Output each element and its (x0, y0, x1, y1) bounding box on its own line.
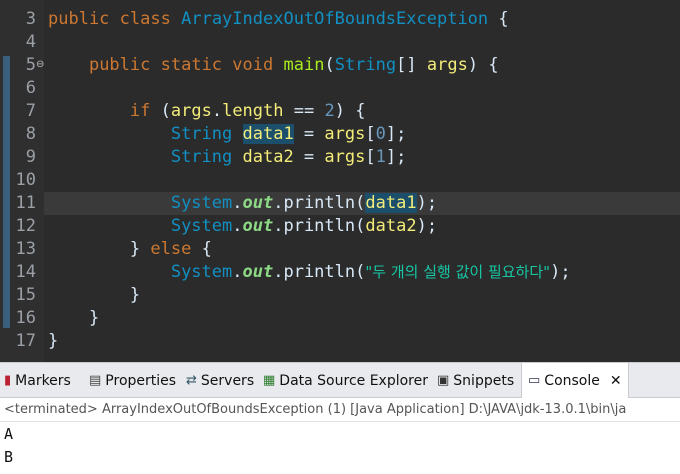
console-icon: ▭ (528, 373, 541, 388)
line-number: 3 (25, 9, 36, 29)
line-number: 5 (25, 55, 36, 75)
code-line: public class ArrayIndexOutOfBoundsExcept… (48, 9, 509, 29)
close-icon[interactable]: ✕ (610, 373, 622, 389)
tab-markers[interactable]: ▮ Markers (4, 363, 71, 398)
code-line: } else { (129, 239, 212, 259)
tab-servers[interactable]: ⇄ Servers (186, 363, 254, 398)
line-number: 11 (15, 193, 36, 213)
line-number: 16 (15, 308, 36, 328)
tab-snippets[interactable]: ▣ Snippets (437, 363, 514, 398)
console-status: <terminated> ArrayIndexOutOfBoundsExcept… (0, 398, 680, 422)
tab-data-source-explorer[interactable]: ▦ Data Source Explorer (263, 363, 428, 398)
code-line: String data1 = args[0]; (170, 124, 407, 144)
code-line: } (48, 331, 59, 351)
console-output[interactable]: A B (0, 423, 680, 474)
code-line: System.out.println("두 개의 실행 값이 필요하다"); (170, 262, 571, 282)
code-line: System.out.println(data1); (170, 193, 438, 213)
code-line: public static void main(String[] args) { (88, 55, 499, 75)
code-line: if (args.length == 2) { (129, 101, 366, 121)
data-source-icon: ▦ (263, 373, 276, 388)
line-number: 15 (15, 285, 36, 305)
tab-properties[interactable]: ▤ Properties (89, 363, 176, 398)
code-line: String data2 = args[1]; (170, 147, 407, 167)
tab-console[interactable]: ▭ Console ✕ (521, 363, 629, 398)
console-output-line: A (4, 425, 14, 443)
line-number: 6 (25, 78, 36, 98)
servers-icon: ⇄ (186, 373, 197, 388)
line-number: 14 (15, 262, 36, 282)
fold-toggle-icon[interactable]: ⊖ (36, 59, 44, 70)
line-number: 4 (25, 32, 36, 52)
line-number: 9 (25, 147, 36, 167)
line-number: 10 (15, 170, 36, 190)
bottom-panel-tabs: ▮ Markers ▤ Properties ⇄ Servers ▦ Data … (0, 362, 680, 398)
line-number: 8 (25, 124, 36, 144)
markers-icon: ▮ (4, 373, 12, 388)
line-number: 7 (25, 101, 36, 121)
line-number: 13 (15, 239, 36, 259)
snippets-icon: ▣ (437, 373, 450, 388)
line-number: 12 (15, 216, 36, 236)
code-editor[interactable]: 3 4 5 ⊖ 6 7 8 9 10 11 12 13 14 15 16 17 … (0, 0, 680, 362)
code-line: } (129, 285, 141, 305)
code-line: System.out.println(data2); (170, 216, 438, 236)
properties-icon: ▤ (89, 373, 102, 388)
console-output-line: B (4, 448, 14, 466)
line-number: 17 (15, 331, 36, 351)
code-line: } (88, 308, 100, 328)
